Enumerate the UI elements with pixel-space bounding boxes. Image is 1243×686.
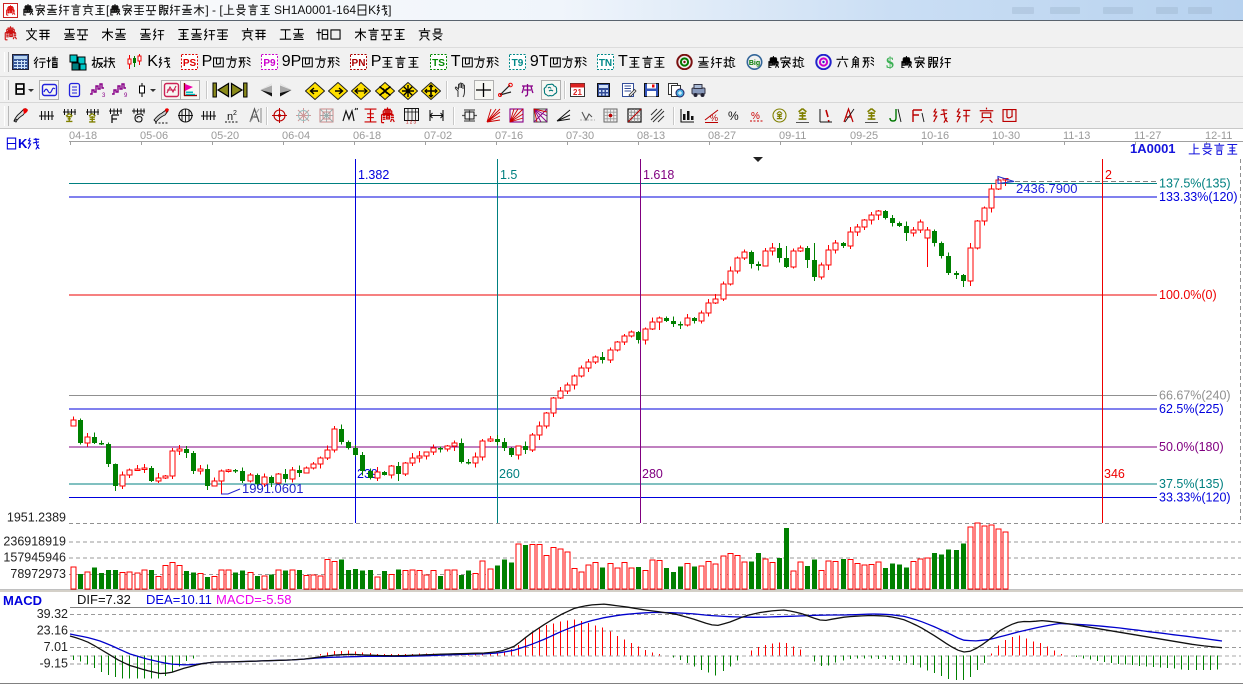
svg-text:33.33%(120): 33.33%(120) xyxy=(1159,490,1231,504)
svg-text:7.01: 7.01 xyxy=(44,640,68,654)
svg-text:-9.15: -9.15 xyxy=(40,657,69,671)
svg-text:1951.2389: 1951.2389 xyxy=(7,511,66,525)
svg-text:100.0%(0): 100.0%(0) xyxy=(1159,288,1217,302)
svg-text:2436.7900: 2436.7900 xyxy=(1016,181,1077,196)
svg-text:10-16: 10-16 xyxy=(921,130,949,142)
svg-text:10-30: 10-30 xyxy=(992,130,1020,142)
svg-text:12-11: 12-11 xyxy=(1205,130,1232,142)
svg-text:08-27: 08-27 xyxy=(708,130,736,142)
svg-text:07-30: 07-30 xyxy=(566,130,594,142)
svg-text:DIF=7.32: DIF=7.32 xyxy=(77,592,131,607)
svg-text:78972973: 78972973 xyxy=(10,567,66,581)
svg-text:09-25: 09-25 xyxy=(850,130,878,142)
svg-text:50.0%(180): 50.0%(180) xyxy=(1159,440,1224,454)
svg-text:11-13: 11-13 xyxy=(1063,130,1090,142)
svg-text:06-04: 06-04 xyxy=(282,130,310,142)
svg-text:06-18: 06-18 xyxy=(353,130,381,142)
svg-text:346: 346 xyxy=(1104,467,1125,481)
svg-text:66.67%(240): 66.67%(240) xyxy=(1159,388,1231,402)
svg-text:37.5%(135): 37.5%(135) xyxy=(1159,477,1224,491)
svg-text:07-02: 07-02 xyxy=(424,130,452,142)
svg-text:1991.0601: 1991.0601 xyxy=(242,481,303,496)
svg-text:23.16: 23.16 xyxy=(37,624,68,638)
svg-text:236918919: 236918919 xyxy=(3,535,66,549)
svg-text:1.382: 1.382 xyxy=(358,168,389,182)
svg-text:DEA=10.11: DEA=10.11 xyxy=(146,592,212,607)
svg-text:1.618: 1.618 xyxy=(643,168,674,182)
svg-text:09-11: 09-11 xyxy=(779,130,806,142)
svg-text:2: 2 xyxy=(1105,168,1112,182)
svg-text:260: 260 xyxy=(499,467,520,481)
svg-text:04-18: 04-18 xyxy=(69,130,97,142)
svg-text:137.5%(135): 137.5%(135) xyxy=(1159,177,1231,191)
svg-text:39.32: 39.32 xyxy=(37,607,68,621)
svg-text:1A0001: 1A0001 xyxy=(1130,141,1176,156)
svg-text:08-13: 08-13 xyxy=(637,130,665,142)
svg-text:157945946: 157945946 xyxy=(3,551,66,565)
svg-text:1.5: 1.5 xyxy=(500,168,517,182)
svg-text:62.5%(225): 62.5%(225) xyxy=(1159,402,1224,416)
svg-text:05-06: 05-06 xyxy=(140,130,168,142)
svg-text:MACD=-5.58: MACD=-5.58 xyxy=(216,592,292,607)
svg-text:05-20: 05-20 xyxy=(211,130,239,142)
svg-text:07-16: 07-16 xyxy=(495,130,523,142)
svg-text:133.33%(120): 133.33%(120) xyxy=(1159,190,1238,204)
svg-text:280: 280 xyxy=(642,467,663,481)
